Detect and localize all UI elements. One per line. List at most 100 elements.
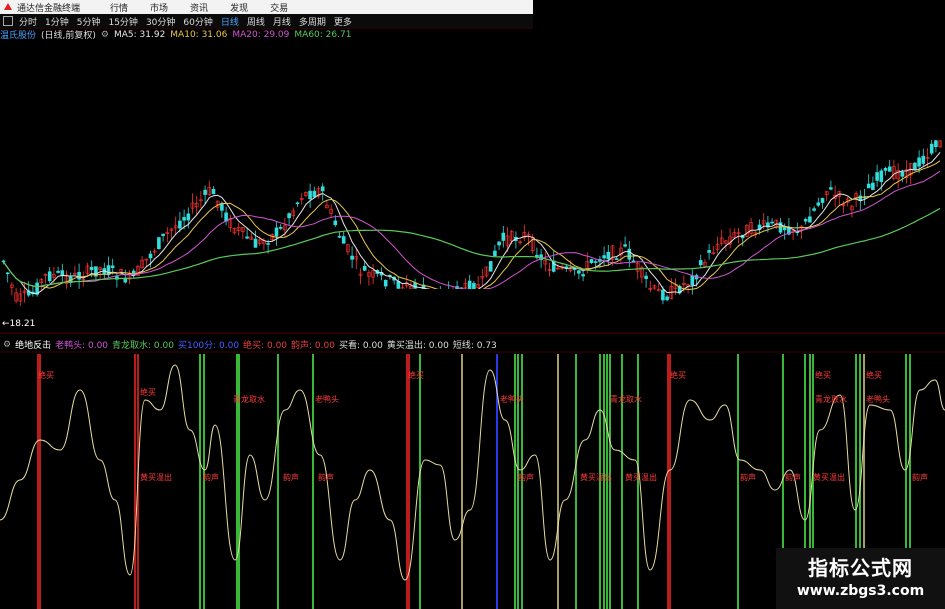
signal-label: 绝买 (866, 370, 882, 380)
candle-body (812, 208, 816, 211)
settings-icon[interactable]: ⚙ (101, 30, 109, 40)
indicator-settings-icon[interactable]: ⚙ (3, 340, 11, 350)
candle-body (887, 166, 892, 172)
candle-body (161, 233, 165, 236)
signal-label: 青龙取水 (233, 394, 265, 404)
watermark-url: www.zbgs3.com (796, 583, 925, 599)
candle-body (564, 266, 569, 268)
tab-multi-period[interactable]: 多周期 (299, 15, 326, 28)
ma20-value: MA20: 29.09 (232, 29, 290, 40)
signal-label: 绝买 (815, 370, 831, 380)
candle-body (287, 213, 291, 219)
candle-body (274, 227, 279, 237)
candle-body (308, 190, 312, 200)
tab-15min[interactable]: 15分钟 (108, 15, 137, 28)
candle-body (245, 236, 249, 239)
ind-qinglong: 青龙取水: 0.00 (112, 341, 174, 351)
candle-body (89, 266, 94, 271)
candle-body (593, 261, 598, 263)
watermark: 指标公式网 www.zbgs3.com (776, 548, 945, 609)
candle-body (501, 232, 506, 241)
candle-body (312, 190, 317, 198)
indicator-name[interactable]: 绝地反击 (15, 338, 51, 351)
candle-body (413, 282, 417, 289)
candle-body (602, 255, 606, 259)
candle-body (333, 220, 338, 226)
candle-body (5, 272, 10, 275)
candle-body (913, 162, 917, 171)
tab-1min[interactable]: 1分钟 (45, 15, 69, 28)
candle-body (220, 203, 224, 211)
tab-more[interactable]: 更多 (334, 15, 352, 28)
menu-item-discover[interactable]: 发现 (230, 1, 248, 14)
candle-body (929, 143, 934, 154)
candle-body (224, 212, 228, 222)
candle-body (808, 216, 812, 223)
candle-body (110, 265, 115, 268)
candle-body (320, 186, 325, 192)
low-price-label: ←18.21 (2, 319, 36, 329)
stock-name[interactable]: 温氏股份 (0, 28, 36, 41)
ind-maikan: 买看: 0.00 (338, 341, 383, 351)
app-logo-icon (4, 3, 12, 10)
candle-body (879, 170, 884, 182)
ind-buy100: 买100分: 0.00 (177, 341, 240, 351)
candle-body (803, 219, 808, 222)
candle-body (148, 253, 153, 259)
candle-body (203, 189, 207, 195)
tab-5min[interactable]: 5分钟 (77, 15, 101, 28)
signal-label: 韵声 (318, 472, 334, 482)
tab-30min[interactable]: 30分钟 (146, 15, 175, 28)
candle-body (178, 220, 182, 229)
candle-body (186, 213, 191, 221)
ma-legend: 温氏股份 (日线,前复权) ⚙ MA5: 31.92 MA10: 31.06 M… (0, 28, 356, 42)
candle-body (871, 182, 875, 190)
blackout-mid (308, 289, 635, 321)
signal-label: 黄买温出 (580, 472, 612, 482)
menu-item-quotes[interactable]: 行情 (110, 1, 128, 14)
candle-body (341, 236, 346, 244)
blackout-top-right (533, 0, 945, 140)
candle-body (581, 274, 585, 277)
candle-body (690, 275, 695, 286)
menu-bar: 通达信金融终端 行情 市场 资讯 发现 交易 (0, 0, 533, 14)
tab-monthly[interactable]: 月线 (273, 15, 291, 28)
candle-body (921, 155, 926, 164)
ind-duanxian: 短线: 0.73 (452, 341, 497, 351)
candle-body (383, 279, 388, 287)
tab-daily[interactable]: 日线 (221, 15, 239, 28)
candle-body (665, 296, 669, 301)
menu-item-news[interactable]: 资讯 (190, 1, 208, 14)
candle-body (488, 261, 493, 272)
signal-label: 韵声 (518, 472, 534, 482)
ma60-line (3, 207, 941, 288)
candle-body (295, 202, 300, 205)
candle-body (572, 268, 577, 270)
candle-body (278, 227, 283, 229)
candle-body (883, 168, 888, 171)
tab-60min[interactable]: 60分钟 (183, 15, 212, 28)
ind-laoyatou: 老鸭头: 0.00 (55, 341, 109, 351)
menu-item-market[interactable]: 市场 (150, 1, 168, 14)
signal-label: 韵声 (785, 472, 801, 482)
layout-toggle-icon[interactable] (3, 16, 13, 26)
tab-weekly[interactable]: 周线 (247, 15, 265, 28)
candle-body (816, 202, 821, 206)
signal-label: 韵声 (203, 472, 219, 482)
candle-body (77, 271, 81, 280)
candle-body (606, 251, 611, 260)
candle-body (182, 217, 186, 221)
signal-label: 老鸭头 (866, 394, 890, 404)
candle-body (707, 250, 711, 253)
candle-body (266, 243, 270, 245)
candle-body (337, 235, 342, 238)
candle-body (577, 270, 581, 274)
ind-juemai: 绝买: 0.00 (243, 341, 288, 351)
candle-body (253, 238, 258, 248)
signal-label: 老鸭头 (315, 394, 339, 404)
candle-body (157, 237, 161, 250)
ind-yunsheng: 韵声: 0.00 (291, 341, 335, 351)
signal-label: 绝买 (38, 370, 54, 380)
tab-intraday[interactable]: 分时 (19, 15, 37, 28)
menu-item-trade[interactable]: 交易 (270, 1, 288, 14)
